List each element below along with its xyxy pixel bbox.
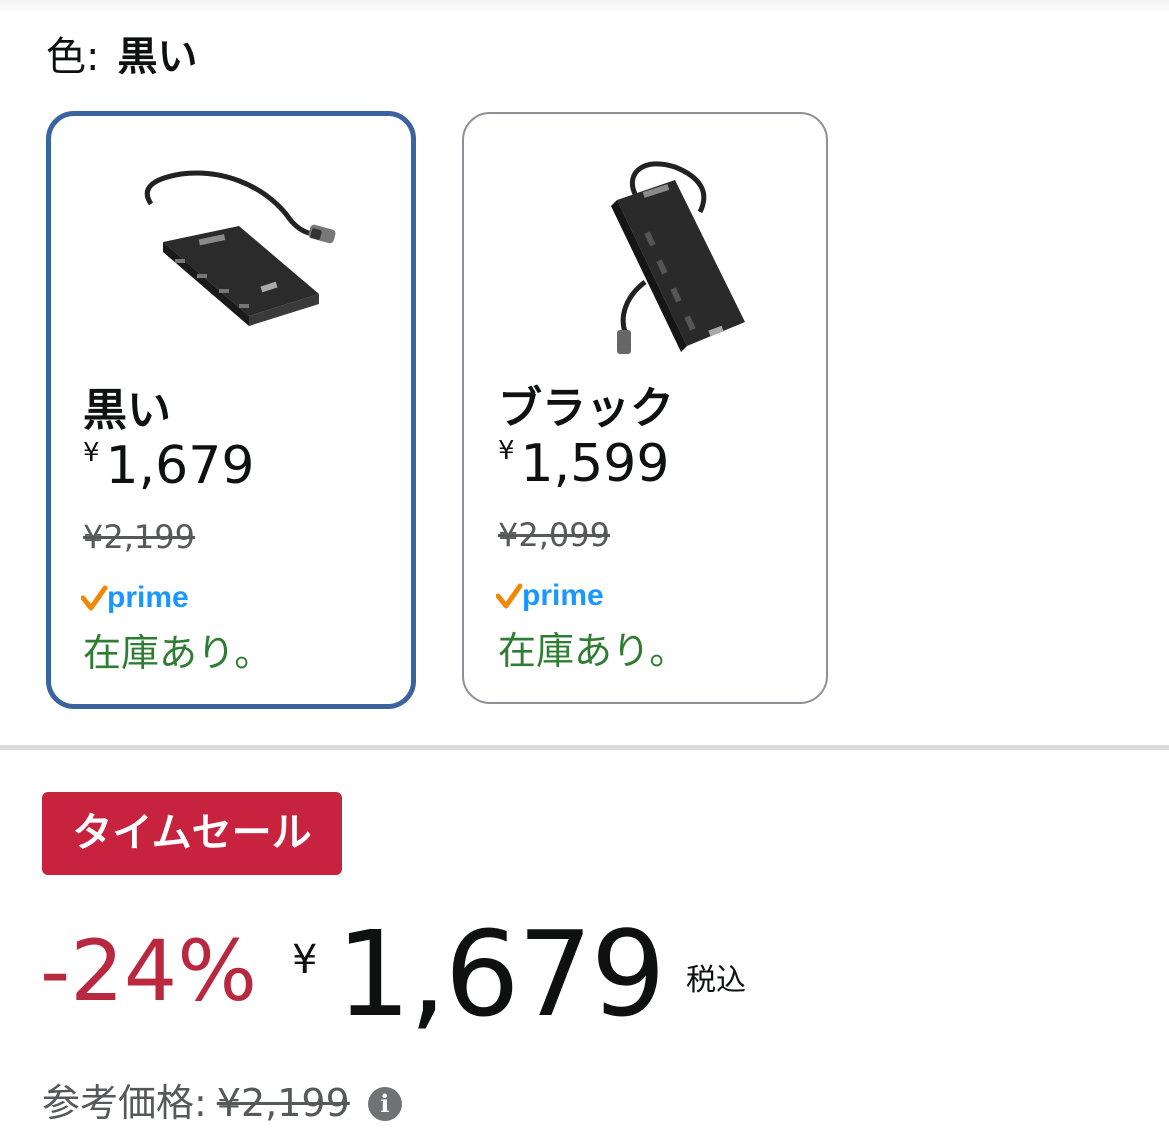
- currency-symbol: ¥: [292, 937, 318, 983]
- prime-logo: prime: [81, 581, 189, 614]
- swatch-list-price: ¥2,199: [83, 518, 195, 556]
- deal-price-value: 1,679: [336, 905, 666, 1043]
- section-divider: [0, 745, 1169, 750]
- svg-text:prime: prime: [107, 581, 189, 614]
- color-selector-label-row: 色: 黒い: [46, 30, 197, 84]
- top-shadow: [0, 0, 1169, 14]
- color-swatch-black-alt[interactable]: ブラック ¥1,599 ¥2,099 prime 在庫あり。: [462, 112, 828, 704]
- swatch-name: 黒い: [83, 385, 171, 436]
- discount-percentage: -24%: [40, 922, 258, 1020]
- usb-hub-standing-image: [611, 161, 745, 354]
- selected-color-value: 黒い: [117, 34, 198, 80]
- swatch-list-price: ¥2,099: [498, 516, 610, 554]
- swatch-price-value: 1,599: [520, 434, 670, 494]
- currency-symbol: ¥: [83, 438, 100, 468]
- color-swatch-black-selected[interactable]: 黒い ¥1,679 ¥2,199 prime 在庫あり。: [46, 111, 416, 709]
- stock-status: 在庫あり。: [83, 631, 273, 675]
- swatch-price-value: 1,679: [105, 436, 255, 496]
- tax-included-label: 税込: [686, 963, 746, 998]
- reference-price-value: ¥2,199: [216, 1081, 350, 1125]
- swatch-name: ブラック: [498, 383, 674, 434]
- reference-price-label: 参考価格:: [42, 1081, 207, 1125]
- svg-text:prime: prime: [522, 579, 604, 612]
- currency-symbol: ¥: [498, 436, 515, 466]
- swatch-price: ¥1,599: [498, 434, 669, 494]
- stock-status: 在庫あり。: [498, 629, 688, 673]
- color-label: 色:: [46, 34, 100, 80]
- usb-hub-flat-image: [144, 170, 336, 326]
- reference-price-row: 参考価格: ¥2,199 i: [42, 1072, 402, 1127]
- info-icon[interactable]: i: [367, 1087, 402, 1121]
- prime-logo: prime: [496, 579, 604, 612]
- time-sale-badge: タイムセール: [42, 792, 342, 875]
- swatch-price: ¥1,679: [83, 436, 254, 496]
